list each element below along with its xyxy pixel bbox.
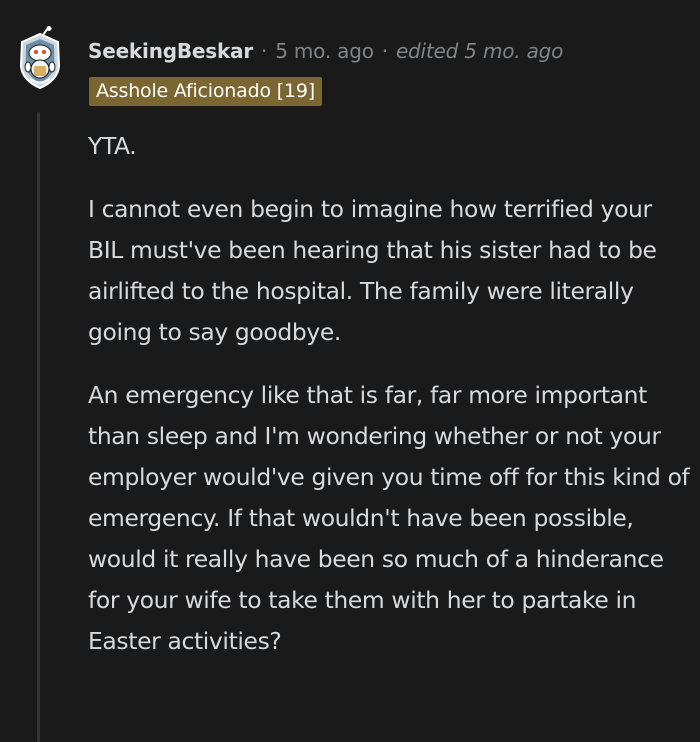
comment-body: YTA. I cannot even begin to imagine how …: [88, 126, 692, 662]
snoo-avatar-icon: [19, 26, 61, 90]
edited-label: edited 5 mo. ago: [395, 39, 564, 63]
comment-paragraph: An emergency like that is far, far more …: [88, 381, 690, 655]
comment-paragraph: YTA.: [88, 132, 137, 160]
meta-separator: ·: [261, 39, 268, 63]
user-avatar[interactable]: [12, 26, 68, 94]
meta-separator: ·: [381, 39, 388, 63]
username-link[interactable]: SeekingBeskar: [88, 39, 253, 63]
user-flair: Asshole Aficionado [19]: [89, 77, 322, 106]
timestamp-link[interactable]: 5 mo. ago: [275, 39, 374, 63]
thread-collapse-line[interactable]: [37, 112, 40, 742]
comment-meta: SeekingBeskar · 5 mo. ago · edited 5 mo.…: [88, 36, 563, 66]
comment-paragraph: I cannot even begin to imagine how terri…: [88, 195, 657, 346]
comment: SeekingBeskar · 5 mo. ago · edited 5 mo.…: [0, 0, 700, 742]
